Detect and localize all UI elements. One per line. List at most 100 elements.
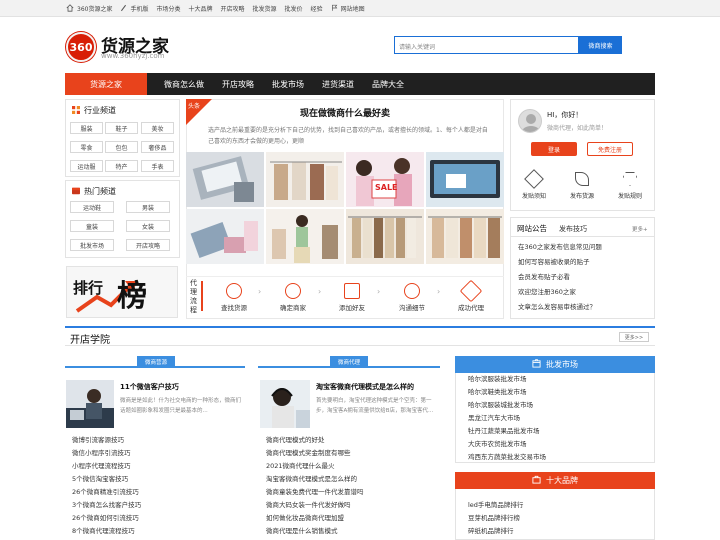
col2-lead-image[interactable] — [260, 380, 310, 428]
list-item[interactable]: 哈尔滨服装城批发市场 — [468, 399, 648, 412]
site-logo[interactable]: 360 — [66, 32, 96, 62]
feature-image[interactable] — [186, 152, 264, 207]
industry-tag[interactable]: 特产 — [105, 160, 138, 172]
list-item[interactable]: 26个微商精准引流技巧 — [72, 486, 242, 499]
list-item[interactable]: 碎纸机品牌排行 — [468, 525, 648, 538]
col1-lead-image[interactable] — [66, 380, 114, 428]
nav-item[interactable]: 品牌大全 — [372, 73, 404, 95]
search-icon — [285, 283, 301, 299]
col1-pill[interactable]: 微商营源 — [137, 356, 175, 368]
hot-tag[interactable]: 童装 — [70, 220, 114, 232]
nav-item[interactable]: 开店攻略 — [222, 73, 254, 95]
list-item[interactable]: led手电筒品牌排行 — [468, 499, 648, 512]
topbar-brands-link[interactable]: 十大品牌 — [188, 4, 212, 13]
nav-item[interactable]: 批发市场 — [272, 73, 304, 95]
list-item[interactable]: 微商代理是什么销售模式 — [266, 525, 442, 538]
industry-tag[interactable]: 美妆 — [141, 122, 174, 134]
topbar-price-link[interactable]: 批发价 — [285, 4, 303, 13]
list-item[interactable]: 26个微商如何引流技巧 — [72, 512, 242, 525]
hot-tag[interactable]: 批发市场 — [70, 239, 114, 251]
col2-lead-title[interactable]: 淘宝客微商代理模式是怎么样的 — [316, 382, 414, 392]
notice-item[interactable]: 文章怎么发容易审核通过？ — [518, 301, 650, 316]
notice-item[interactable]: 如何写容易被收录的贴子 — [518, 256, 650, 271]
process-step-find[interactable]: 查找货源 — [210, 283, 258, 312]
col2-pill[interactable]: 微商代理 — [330, 356, 368, 368]
topbar-category-link[interactable]: 市场分类 — [156, 4, 180, 13]
search-button[interactable]: 微商搜索 — [579, 36, 622, 54]
list-item[interactable]: 微商大码女装一件代发好做吗 — [266, 499, 442, 512]
list-item[interactable]: 2021微商代理什么最火 — [266, 460, 442, 473]
feature-image[interactable] — [426, 152, 504, 207]
list-item[interactable]: 小程序代理流程技巧 — [72, 460, 242, 473]
list-item[interactable]: 黑龙江汽车大市场 — [468, 412, 648, 425]
quick-post-notice[interactable]: 发贴须知 — [516, 169, 552, 200]
quick-label: 发贴须知 — [521, 193, 546, 200]
list-item[interactable]: 5个微信淘宝客技巧 — [72, 473, 242, 486]
hot-tag[interactable]: 男装 — [126, 201, 170, 213]
process-step-chat[interactable]: 沟通细节 — [388, 283, 436, 312]
col2-lead-desc: 首先要明白，淘宝代理这种模式是个空壳：第一步，淘宝客A拥有流量供饮给B店，那淘宝… — [316, 398, 434, 414]
process-step-confirm[interactable]: 确定商家 — [269, 283, 317, 312]
col1-lead-title[interactable]: 11个微信客户技巧 — [120, 382, 179, 392]
industry-tag[interactable]: 零食 — [70, 141, 103, 153]
list-item[interactable]: 哈尔滨服装批发市场 — [468, 373, 648, 386]
list-item[interactable]: 淘宝客微商代理模式是怎么样的 — [266, 473, 442, 486]
grid-icon — [72, 105, 80, 116]
nav-item[interactable]: 进货渠道 — [322, 73, 354, 95]
topbar-sitemap-link[interactable]: 网站地图 — [331, 4, 365, 14]
list-item[interactable]: 微信小程序引流技巧 — [72, 447, 242, 460]
list-item[interactable]: 鸡西东方蔬菜批发交易市场 — [468, 451, 648, 462]
section-more[interactable]: 更多>> — [619, 332, 649, 342]
notice-item[interactable]: 欢迎您注册360之家 — [518, 286, 650, 301]
list-item[interactable]: 8个微商代理流程技巧 — [72, 525, 242, 538]
quick-post-rules[interactable]: 发贴规则 — [612, 172, 648, 200]
process-step-success[interactable]: 成功代理 — [447, 279, 495, 312]
list-item[interactable]: 微商代理模式奖金制度有哪些 — [266, 447, 442, 460]
feature-image[interactable] — [266, 152, 344, 207]
industry-tag[interactable]: 鞋子 — [105, 122, 138, 134]
list-item[interactable]: 哈尔滨鞋类批发市场 — [468, 386, 648, 399]
industry-tag[interactable]: 服装 — [70, 122, 103, 134]
topbar-guide-link[interactable]: 开店攻略 — [221, 4, 245, 13]
register-button[interactable]: 免费注册 — [587, 142, 633, 156]
ranking-banner[interactable]: 排行 榜 — [66, 266, 178, 318]
list-item[interactable]: 微博引流客源技巧 — [72, 434, 242, 447]
search-input[interactable]: 请输入关键词 — [394, 36, 579, 54]
hot-tag[interactable]: 女装 — [126, 220, 170, 232]
industry-tag[interactable]: 运动服 — [70, 160, 103, 172]
list-item[interactable]: 微商代理模式的好处 — [266, 434, 442, 447]
feature-image[interactable] — [186, 209, 264, 264]
list-item[interactable]: 豆芽机品牌排行榜 — [468, 512, 648, 525]
topbar-mobile-link[interactable]: 手机版 — [120, 4, 148, 14]
quick-post-source[interactable]: 发布货源 — [564, 172, 600, 200]
topbar-label: 手机版 — [130, 6, 149, 13]
feature-image[interactable] — [346, 209, 424, 264]
notice-item[interactable]: 在360之家发布信息常见问题 — [518, 241, 650, 256]
nav-item[interactable]: 微商怎么做 — [164, 73, 204, 95]
list-item[interactable]: 如何做化妆品微商代理加盟 — [266, 512, 442, 525]
list-item[interactable]: 3个微商怎么找客户技巧 — [72, 499, 242, 512]
feature-image[interactable] — [266, 209, 344, 264]
hot-tag[interactable]: 运动鞋 — [70, 201, 114, 213]
industry-tag[interactable]: 奢侈品 — [141, 141, 174, 153]
list-item[interactable]: 牡丹江蔬菜果品批发市场 — [468, 425, 648, 438]
topbar-experience-link[interactable]: 经验 — [311, 4, 323, 13]
industry-tag[interactable]: 包包 — [105, 141, 138, 153]
list-item[interactable]: 大庆市农贸批发市场 — [468, 438, 648, 451]
feature-title[interactable]: 现在做微商什么最好卖 — [186, 106, 504, 119]
topbar-label: 网站地图 — [340, 6, 365, 13]
nav-home[interactable]: 货源之家 — [65, 73, 147, 95]
industry-tag[interactable]: 手表 — [141, 160, 174, 172]
topbar-wholesale-link[interactable]: 批发货源 — [253, 4, 277, 13]
process-step-add[interactable]: 添加好友 — [328, 283, 376, 312]
list-item[interactable]: 微商童装免费代理一件代发靠谱吗 — [266, 486, 442, 499]
feature-image[interactable]: SALE — [346, 152, 424, 207]
login-button[interactable]: 登录 — [531, 142, 577, 156]
tab-notice[interactable]: 网站公告 — [517, 223, 547, 234]
notice-more[interactable]: 更多+ — [632, 225, 648, 233]
tab-tips[interactable]: 发布技巧 — [559, 224, 587, 234]
topbar-home-link[interactable]: 360货源之家 — [66, 3, 112, 14]
feature-image[interactable] — [426, 209, 504, 264]
hot-tag[interactable]: 开店攻略 — [126, 239, 170, 251]
notice-item[interactable]: 会员发布贴子必看 — [518, 271, 650, 286]
